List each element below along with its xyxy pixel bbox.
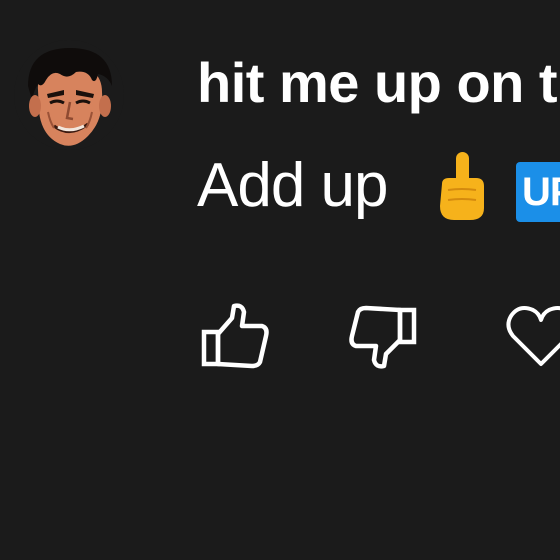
comment-thread: hit me up on t Add up UP: [0, 0, 560, 560]
like-button[interactable]: [198, 298, 274, 374]
dislike-button[interactable]: [344, 298, 420, 374]
dislike-icon: [349, 305, 417, 369]
heart-button[interactable]: [503, 298, 560, 374]
pointing-up-icon: [432, 150, 494, 222]
avatar[interactable]: [14, 40, 124, 150]
up-button-icon: UP: [516, 162, 560, 222]
comment-text: Add up: [197, 151, 389, 220]
heart-icon: [506, 306, 560, 366]
comment-author[interactable]: hit me up on t: [197, 50, 558, 116]
like-icon: [201, 303, 269, 369]
